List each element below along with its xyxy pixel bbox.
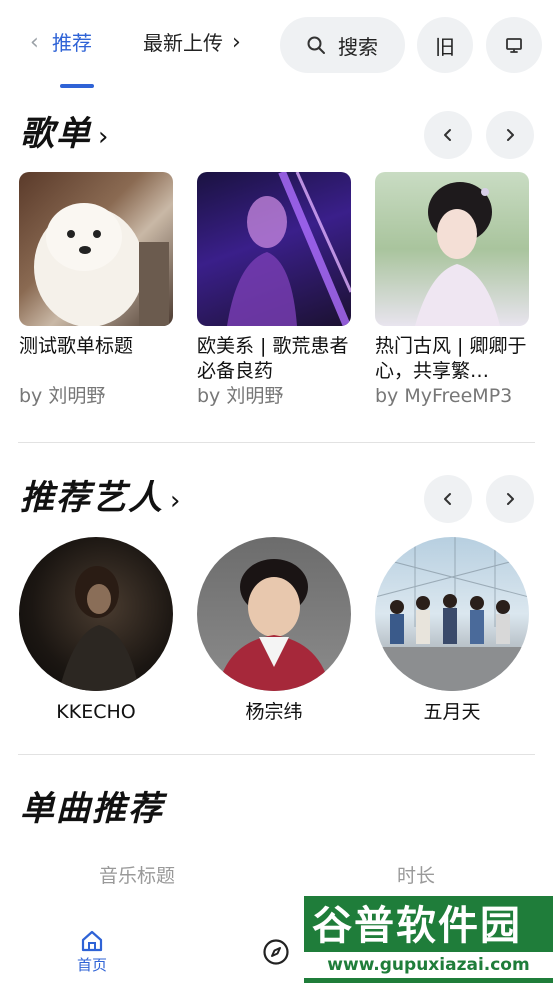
- artists-prev-button[interactable]: [424, 475, 472, 523]
- screen-button[interactable]: [486, 17, 542, 73]
- playlists-next-button[interactable]: [486, 111, 534, 159]
- playlists-prev-button[interactable]: [424, 111, 472, 159]
- watermark-title: 谷普软件园: [312, 903, 522, 949]
- chevron-right-icon: [507, 493, 514, 505]
- chevron-left-icon: [444, 493, 451, 505]
- top-bar: ‹ 推荐 最新上传 › 搜索 旧: [0, 0, 553, 95]
- artists-next-button[interactable]: [486, 475, 534, 523]
- artist-name: 五月天: [423, 701, 481, 723]
- playlist-title: 测试歌单标题: [19, 335, 134, 357]
- playlist-cover-image: [19, 172, 173, 326]
- artist-card[interactable]: 五月天: [375, 537, 529, 725]
- playlist-card[interactable]: 测试歌单标题 by 刘明野: [19, 172, 173, 409]
- playlist-author: by 刘明野: [197, 385, 284, 407]
- singles-heading: 单曲推荐: [20, 789, 164, 829]
- search-label: 搜索: [338, 34, 378, 59]
- search-button[interactable]: 搜索: [280, 17, 405, 73]
- chevron-right-icon[interactable]: ›: [232, 30, 250, 56]
- playlist-cover-image: [375, 172, 529, 326]
- playlist-card[interactable]: 欧美系 | 歌荒患者必备良药 by 刘明野: [197, 172, 351, 409]
- compass-icon[interactable]: [262, 938, 290, 966]
- nav-home[interactable]: 首页: [62, 924, 122, 976]
- artist-card[interactable]: KKECHO: [19, 537, 173, 725]
- artist-avatar: [19, 537, 173, 691]
- chevron-right-icon: ›: [170, 486, 183, 516]
- artist-name: KKECHO: [56, 701, 136, 723]
- chevron-right-icon: [507, 129, 514, 141]
- playlists-heading[interactable]: 歌单 ›: [20, 112, 110, 159]
- column-header-duration: 时长: [397, 865, 436, 887]
- watermark-url: www.gupuxiazai.com: [304, 952, 553, 978]
- section-divider: [18, 754, 535, 755]
- artist-name: 杨宗纬: [245, 701, 303, 723]
- tab-latest-upload[interactable]: 最新上传: [143, 28, 225, 58]
- playlist-cover-image: [197, 172, 351, 326]
- tab-recommend[interactable]: 推荐: [52, 28, 102, 58]
- playlists-title: 歌单: [20, 114, 92, 154]
- chevron-right-icon: ›: [98, 122, 111, 152]
- home-icon: [81, 930, 103, 952]
- active-tab-indicator: [60, 84, 94, 88]
- artists-title: 推荐艺人: [20, 478, 164, 518]
- artists-heading[interactable]: 推荐艺人 ›: [20, 476, 182, 523]
- search-icon: [307, 36, 325, 54]
- artist-card[interactable]: 杨宗纬: [197, 537, 351, 725]
- legacy-version-button[interactable]: 旧: [417, 17, 473, 73]
- nav-home-label: 首页: [76, 956, 107, 974]
- artist-avatar: [197, 537, 351, 691]
- chevron-left-icon[interactable]: ‹: [30, 30, 50, 56]
- playlist-card[interactable]: 热门古风 | 卿卿于心，共享繁… by MyFreeMP3: [375, 172, 529, 409]
- playlist-author: by 刘明野: [19, 385, 106, 407]
- artist-avatar: [375, 537, 529, 691]
- chevron-left-icon: [444, 129, 451, 141]
- monitor-icon: [506, 38, 522, 53]
- playlist-author: by MyFreeMP3: [375, 385, 513, 407]
- section-divider: [18, 442, 535, 443]
- playlist-title: 欧美系 | 歌荒患者必备良药: [197, 335, 349, 382]
- column-header-title: 音乐标题: [99, 865, 176, 887]
- playlist-title: 热门古风 | 卿卿于心，共享繁…: [375, 335, 527, 382]
- watermark-logo: 谷普软件园 www.gupuxiazai.com: [304, 896, 553, 983]
